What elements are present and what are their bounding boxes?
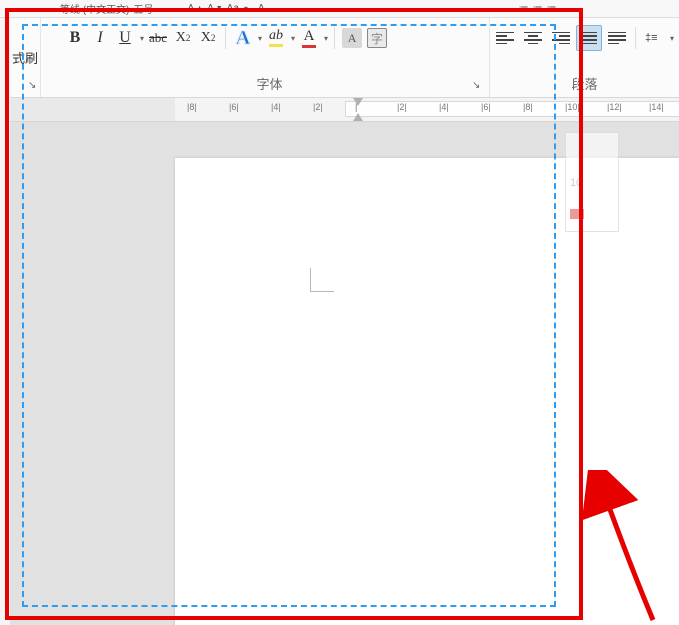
color-swatch[interactable] [570,209,584,219]
font-launcher-icon[interactable]: ↘ [472,80,484,92]
floating-palette-popup[interactable]: 10 [565,132,619,232]
text-cursor-marker [310,268,334,292]
char-border-button[interactable]: 字 [366,25,388,51]
hanging-indent-marker[interactable] [353,113,363,121]
top-toolbar-partial: 等线 (中文正文) 五号 A▲ A▼ Aa ▾ A ≔ ≔ ≔ [0,0,679,18]
underline-button[interactable]: U [114,25,136,51]
ruler-tick-label: |4| [439,102,449,112]
font-group-label: 字体 [50,74,489,93]
align-center-button[interactable] [520,25,546,51]
align-right-button[interactable] [548,25,574,51]
ruler-tick-label: |12| [607,102,622,112]
line-spacing-button[interactable]: ‡≡ [641,25,667,51]
ruler-tick-label: |8| [187,102,197,112]
strikethrough-button[interactable]: abc [147,25,169,51]
horizontal-ruler[interactable]: |8||6||4||2|||2||4||6||8||10||12||14||16… [10,98,679,122]
highlight-button[interactable]: ab [265,25,287,51]
font-group: B I U ▾ abc X2 X2 A ▾ ab ▾ [50,18,490,97]
ruler-tick-label: |4| [271,102,281,112]
ruler-tick-label: |10| [565,102,580,112]
ruler-tick-label: |2| [397,102,407,112]
align-left-button[interactable] [492,25,518,51]
font-name-box[interactable]: 等线 (中文正文) [60,1,129,16]
ruler-tick-label: |2| [313,102,323,112]
ruler-tick-label: |6| [229,102,239,112]
format-painter-fragment[interactable]: 式刷 [10,46,40,69]
ruler-tick-label: | [355,102,357,112]
align-distribute-button[interactable] [604,25,630,51]
ribbon: 式刷 ↘ B I U ▾ abc X2 X2 A ▾ ab [10,18,679,98]
chevron-down-icon[interactable]: ▾ [140,34,144,43]
chevron-down-icon[interactable]: ▾ [324,34,328,43]
paragraph-group-label: 段落 [490,74,679,93]
ruler-tick-label: |14| [649,102,664,112]
paragraph-group: ‡≡ ▾ 段落 [490,18,679,97]
superscript-button[interactable]: X2 [197,25,219,51]
popup-value: 10 [570,177,614,189]
font-color-button[interactable]: A [298,25,320,51]
char-shading-button[interactable]: A [341,25,363,51]
ruler-tick-label: |8| [523,102,533,112]
ruler-tick-label: |6| [481,102,491,112]
align-justify-button[interactable] [576,25,602,51]
chevron-down-icon[interactable]: ▾ [258,34,262,43]
italic-button[interactable]: I [89,25,111,51]
clipboard-launcher-icon[interactable]: ↘ [28,80,40,92]
font-size-box[interactable]: 五号 [133,1,153,16]
chevron-down-icon[interactable]: ▾ [291,34,295,43]
subscript-button[interactable]: X2 [172,25,194,51]
bold-button[interactable]: B [64,25,86,51]
text-effects-button[interactable]: A [232,25,254,51]
chevron-down-icon[interactable]: ▾ [670,34,674,43]
